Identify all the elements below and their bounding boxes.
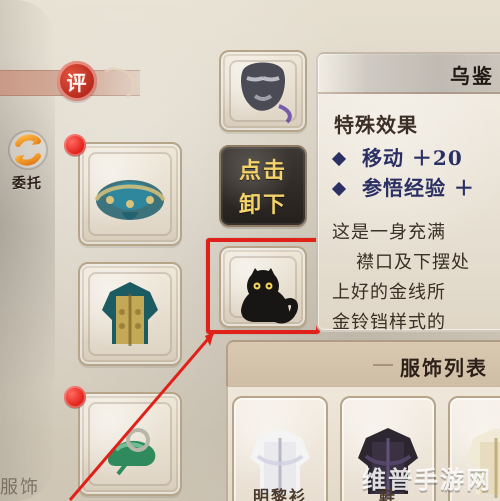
effect-line-2: 参悟经验 ＋	[331, 172, 475, 201]
game-screen: 评 委托 点击 卸下 乌鉴 特殊效果 移动 ＋20 参悟经验 ＋ 这是一身充满 …	[0, 0, 500, 501]
title-decoration	[373, 364, 393, 366]
hat-icon	[94, 180, 166, 220]
effect-line-1: 移动 ＋20	[331, 142, 463, 171]
description-line-2: 襟口及下摆处	[356, 252, 470, 273]
equipment-slot-mask[interactable]	[219, 50, 307, 132]
diamond-bullet-icon	[331, 151, 347, 167]
delegate-swap-icon	[6, 128, 50, 172]
equipment-slot-hat[interactable]	[78, 142, 182, 246]
armor-icon	[102, 282, 158, 346]
unload-button[interactable]: 点击 卸下	[219, 145, 307, 227]
delegate-button[interactable]: 委托	[0, 128, 54, 192]
costume-item-1[interactable]: 明黎衫	[232, 396, 328, 501]
bottom-left-text: 服饰	[0, 477, 40, 498]
costume-list-header: 服饰列表	[226, 340, 500, 388]
notification-dot-icon	[64, 386, 86, 408]
effect-text-1: 移动 ＋20	[361, 146, 463, 170]
equipment-slot-ornament[interactable]	[78, 392, 182, 496]
notification-dot-icon	[64, 134, 86, 156]
description-line-3: 上好的金线所	[332, 282, 446, 303]
description-line-1: 这是一身充满	[332, 222, 446, 243]
delegate-label: 委托	[12, 176, 42, 192]
description-line-4: 金铃铛样式的	[332, 312, 446, 333]
unload-line-1: 点击	[238, 158, 287, 184]
panel-title: 乌鉴	[450, 64, 494, 88]
watermark: 维普手游网	[362, 466, 492, 494]
review-banner[interactable]: 评	[0, 58, 140, 104]
mask-icon	[241, 62, 292, 124]
review-badge-text: 评	[66, 70, 88, 95]
costume-list-title: 服饰列表	[400, 356, 488, 380]
unload-line-2: 卸下	[238, 192, 287, 218]
diamond-bullet-icon	[331, 181, 347, 197]
review-badge[interactable]: 评	[57, 61, 97, 101]
highlight-box	[206, 238, 320, 334]
jade-ornament-icon	[108, 428, 156, 476]
special-effect-title: 特殊效果	[334, 113, 418, 137]
item-detail-panel: 乌鉴 特殊效果 移动 ＋20 参悟经验 ＋ 这是一身充满 襟口及下摆处 上好的金…	[316, 52, 500, 333]
equipment-slot-armor[interactable]	[78, 262, 182, 366]
costume-item-1-label: 明黎衫	[252, 487, 307, 501]
effect-text-2: 参悟经验 ＋	[361, 176, 475, 200]
